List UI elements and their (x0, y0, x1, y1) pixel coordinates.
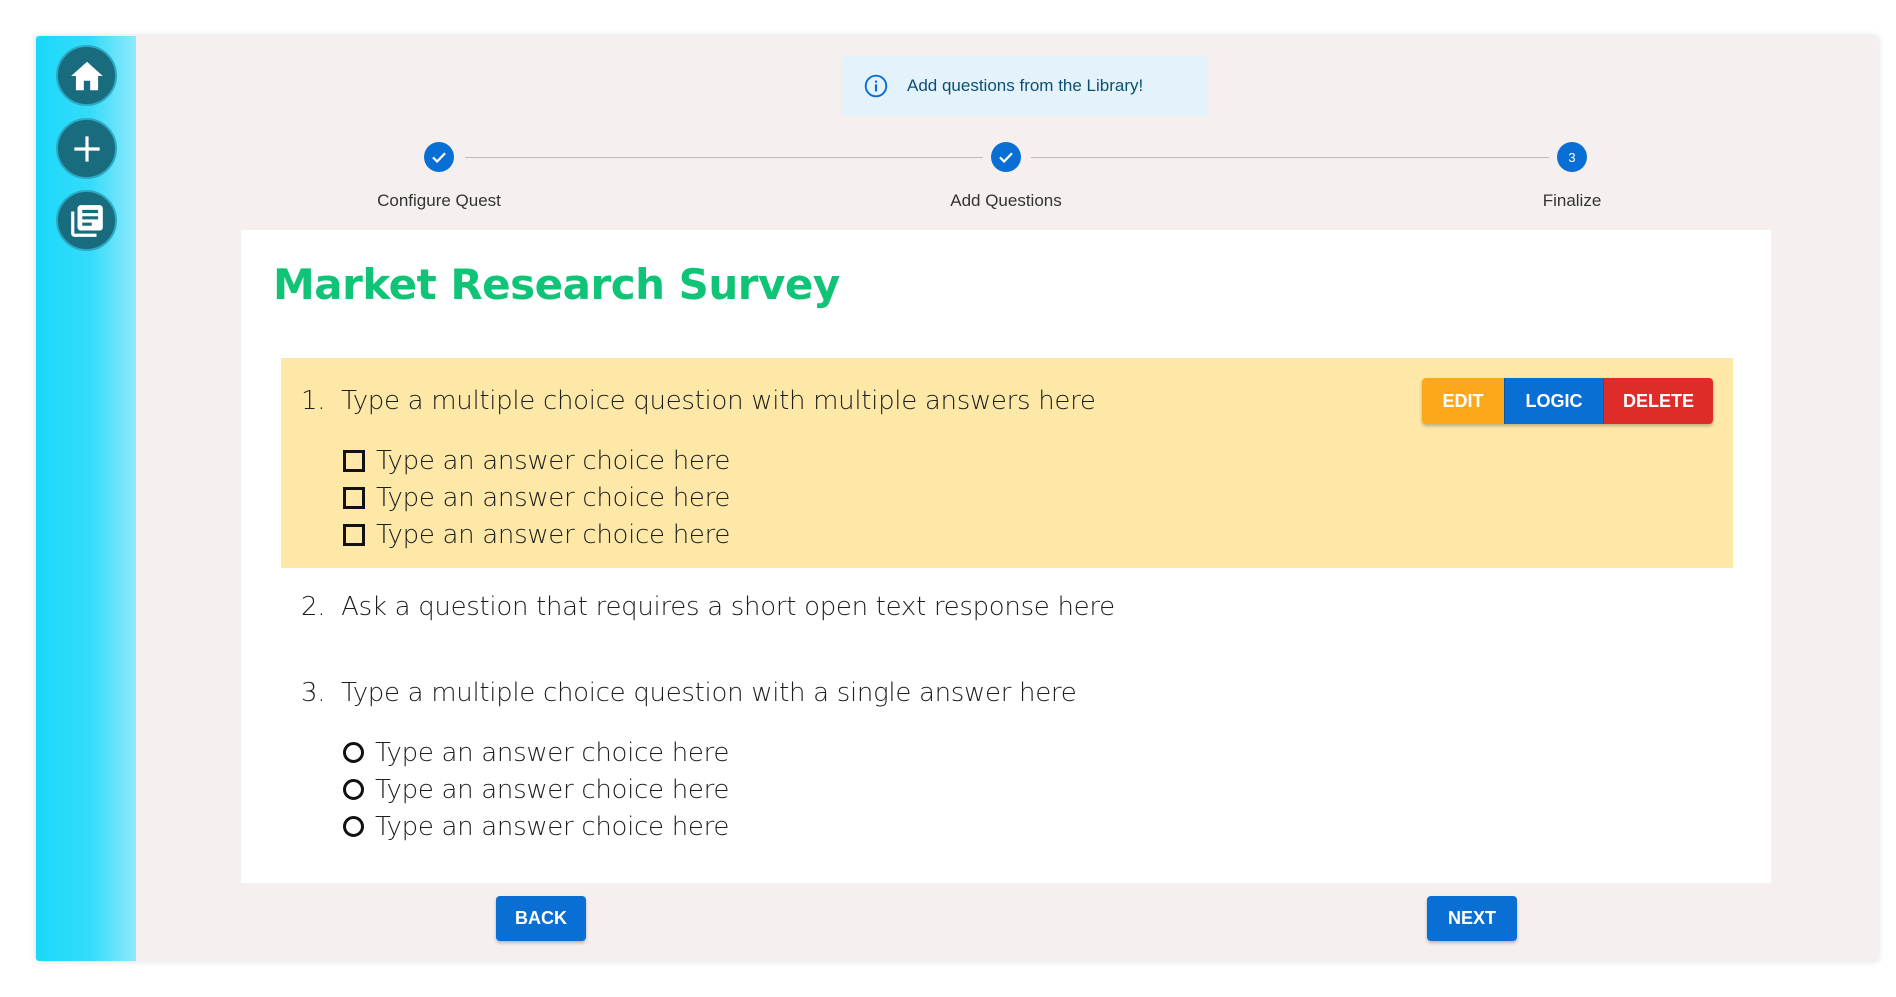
answer-choice[interactable]: Type an answer choice here (343, 771, 729, 808)
choice-label: Type an answer choice here (376, 519, 731, 550)
back-button[interactable]: BACK (496, 896, 586, 941)
step-3-active: 3 (1557, 142, 1587, 172)
app-window: Add questions from the Library! 3 Config… (36, 36, 1878, 961)
info-icon (864, 74, 888, 98)
checkbox[interactable] (343, 523, 365, 546)
info-alert: Add questions from the Library! (841, 56, 1208, 116)
checkbox[interactable] (343, 486, 365, 509)
step-label-finalize: Finalize (1542, 191, 1602, 210)
radio-button[interactable] (343, 816, 364, 837)
step-1-complete (424, 142, 454, 172)
question-label: Type a multiple choice question with a s… (341, 678, 1077, 708)
choice-label: Type an answer choice here (376, 482, 731, 513)
choice-label: Type an answer choice here (375, 811, 730, 842)
radio-button[interactable] (343, 779, 364, 800)
step-connector (465, 157, 983, 158)
check-icon (432, 152, 446, 164)
step-2-complete (991, 142, 1021, 172)
question-number: 3. (301, 678, 326, 708)
home-button[interactable] (56, 45, 117, 106)
answer-choice[interactable]: Type an answer choice here (343, 808, 729, 845)
step-label-add-questions: Add Questions (950, 191, 1062, 210)
answer-choices: Type an answer choice here Type an answe… (343, 442, 730, 553)
checkbox[interactable] (343, 449, 365, 472)
logic-button[interactable]: LOGIC (1504, 378, 1603, 424)
choice-label: Type an answer choice here (375, 737, 730, 768)
radio-button[interactable] (343, 742, 364, 763)
question-text: 1. Type a multiple choice question with … (301, 386, 1096, 416)
question-text: 2. Ask a question that requires a short … (301, 592, 1115, 622)
choice-label: Type an answer choice here (375, 774, 730, 805)
answer-choice[interactable]: Type an answer choice here (343, 516, 730, 553)
home-icon (70, 61, 103, 90)
question-number: 1. (301, 386, 326, 416)
question-text: 3. Type a multiple choice question with … (301, 678, 1077, 708)
delete-button[interactable]: DELETE (1603, 378, 1713, 424)
question-3[interactable]: 3. Type a multiple choice question with … (281, 658, 1733, 858)
step-label-configure: Configure Quest (377, 191, 501, 210)
survey-title: Market Research Survey (273, 260, 840, 309)
question-label: Ask a question that requires a short ope… (341, 592, 1115, 622)
edit-button[interactable]: EDIT (1422, 378, 1504, 424)
next-button[interactable]: NEXT (1427, 896, 1517, 941)
answer-choice[interactable]: Type an answer choice here (343, 479, 730, 516)
question-1[interactable]: 1. Type a multiple choice question with … (281, 358, 1733, 568)
question-2[interactable]: 2. Ask a question that requires a short … (281, 576, 1733, 646)
progress-stepper: 3 Configure Quest Add Questions Finalize (36, 139, 1878, 219)
check-icon (999, 152, 1013, 164)
question-label: Type a multiple choice question with mul… (341, 386, 1096, 416)
step-connector (1031, 157, 1549, 158)
answer-choice[interactable]: Type an answer choice here (343, 734, 729, 771)
alert-text: Add questions from the Library! (907, 76, 1144, 95)
question-actions: EDIT LOGIC DELETE (1422, 378, 1713, 424)
survey-card: Market Research Survey 1. Type a multipl… (241, 230, 1771, 883)
choice-label: Type an answer choice here (376, 445, 731, 476)
question-number: 2. (301, 592, 326, 622)
answer-choice[interactable]: Type an answer choice here (343, 442, 730, 479)
answer-choices: Type an answer choice here Type an answe… (343, 734, 729, 845)
